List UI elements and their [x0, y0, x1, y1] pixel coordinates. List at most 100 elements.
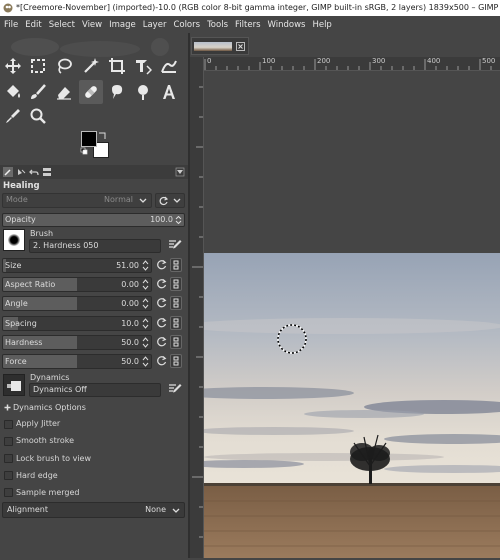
warp-transform-icon[interactable] — [158, 55, 180, 77]
spacing-label: Spacing — [5, 319, 37, 328]
dock-tab-strip — [0, 165, 188, 179]
spin-arrows-icon[interactable] — [142, 298, 149, 309]
canvas-image — [204, 253, 500, 558]
reset-icon[interactable] — [156, 259, 168, 271]
force-label: Force — [5, 357, 27, 366]
menu-view[interactable]: View — [78, 17, 105, 34]
reset-icon[interactable] — [156, 317, 168, 329]
reset-icon[interactable] — [156, 355, 168, 367]
edit-brush-icon[interactable] — [168, 238, 182, 252]
mode-group-dropdown[interactable] — [155, 193, 185, 208]
brush-name-field[interactable]: 2. Hardness 050 — [29, 239, 161, 253]
ruler-ticks — [204, 59, 492, 70]
unified-transform-icon[interactable] — [132, 55, 154, 77]
brush-shape — [8, 234, 20, 246]
sample-merged-checkbox[interactable] — [4, 488, 13, 497]
edit-dynamics-icon[interactable] — [168, 382, 182, 396]
spin-arrows-icon[interactable] — [142, 260, 149, 271]
force-slider[interactable]: Force 50.0 — [2, 354, 152, 369]
lasso-icon[interactable] — [53, 55, 75, 77]
spin-arrows-icon[interactable] — [142, 318, 149, 329]
hard-edge-checkbox[interactable] — [4, 471, 13, 480]
image-tabs — [190, 33, 500, 57]
menu-layer[interactable]: Layer — [139, 17, 170, 34]
color-picker-icon[interactable] — [2, 105, 24, 127]
eraser-icon[interactable] — [53, 81, 75, 103]
fuzzy-select-icon[interactable] — [80, 55, 102, 77]
alignment-dropdown[interactable]: Alignment None — [2, 502, 185, 518]
dynamics-name-field[interactable]: Dynamics Off — [29, 383, 161, 397]
swap-colors-icon[interactable] — [98, 131, 107, 140]
vertical-ruler[interactable] — [190, 57, 204, 558]
lock-brush-checkbox[interactable] — [4, 454, 13, 463]
menu-file[interactable]: File — [0, 17, 22, 34]
bucket-fill-icon[interactable] — [2, 81, 24, 103]
chevron-down-icon — [172, 508, 180, 513]
smudge-icon[interactable] — [106, 81, 128, 103]
move-tool-icon[interactable] — [2, 55, 24, 77]
images-tab-icon[interactable] — [42, 167, 52, 177]
spin-arrows-icon[interactable] — [142, 356, 149, 367]
dynamics-options-expander[interactable]: Dynamics Options — [13, 403, 86, 412]
ruler-label-200: 200 — [317, 57, 331, 65]
link-to-brush-default-icon[interactable] — [170, 354, 182, 368]
close-icon[interactable] — [236, 42, 245, 51]
paintbrush-icon[interactable] — [27, 81, 49, 103]
reset-icon[interactable] — [156, 297, 168, 309]
dynamics-preview[interactable] — [3, 374, 25, 396]
reset-icon[interactable] — [156, 336, 168, 348]
menu-image[interactable]: Image — [106, 17, 140, 34]
menu-filters[interactable]: Filters — [232, 17, 264, 34]
default-colors-icon[interactable] — [80, 147, 89, 156]
link-to-brush-default-icon[interactable] — [170, 316, 182, 330]
dynamics-icon — [7, 381, 21, 391]
device-status-tab-icon[interactable] — [16, 167, 26, 177]
link-to-brush-default-icon[interactable] — [170, 277, 182, 291]
spacing-slider[interactable]: Spacing 10.0 — [2, 316, 152, 331]
alignment-label: Alignment — [7, 505, 48, 514]
rect-select-icon[interactable] — [27, 55, 49, 77]
menu-tools[interactable]: Tools — [204, 17, 232, 34]
text-tool-icon[interactable] — [158, 81, 180, 103]
zoom-icon[interactable] — [27, 105, 49, 127]
spin-arrows-icon[interactable] — [175, 216, 182, 224]
angle-slider[interactable]: Angle 0.00 — [2, 296, 152, 311]
opacity-slider[interactable]: Opacity 100.0 — [2, 213, 185, 227]
aspect-ratio-value: 0.00 — [121, 280, 139, 289]
size-slider[interactable]: Size 51.00 — [2, 258, 152, 273]
foreground-color-swatch[interactable] — [81, 131, 97, 147]
undo-history-tab-icon[interactable] — [29, 167, 39, 177]
size-label: Size — [5, 261, 22, 270]
spin-arrows-icon[interactable] — [142, 279, 149, 290]
link-to-brush-default-icon[interactable] — [170, 296, 182, 310]
menu-windows[interactable]: Windows — [264, 17, 309, 34]
link-to-brush-default-icon[interactable] — [170, 258, 182, 272]
menu-edit[interactable]: Edit — [22, 17, 45, 34]
angle-value: 0.00 — [121, 299, 139, 308]
tool-options-tab-icon[interactable] — [3, 167, 13, 177]
apply-jitter-checkbox[interactable] — [4, 420, 13, 429]
tool-options-title: Healing — [3, 181, 40, 191]
aspect-ratio-slider[interactable]: Aspect Ratio 0.00 — [2, 277, 152, 292]
smooth-stroke-checkbox[interactable] — [4, 437, 13, 446]
horizontal-ruler[interactable]: 0 100 200 300 400 500 — [203, 57, 500, 71]
dock-menu-icon[interactable] — [175, 167, 185, 177]
image-canvas[interactable] — [204, 71, 500, 558]
heal-tool-icon[interactable] — [79, 80, 103, 104]
spin-arrows-icon[interactable] — [142, 337, 149, 348]
fg-bg-colors[interactable] — [80, 131, 110, 159]
image-tab[interactable] — [191, 37, 249, 55]
dodge-burn-icon[interactable] — [132, 81, 154, 103]
link-to-brush-default-icon[interactable] — [170, 335, 182, 349]
expander-plus-icon[interactable] — [4, 404, 11, 411]
angle-label: Angle — [5, 299, 28, 308]
hardness-slider[interactable]: Hardness 50.0 — [2, 335, 152, 350]
brush-preview[interactable] — [3, 229, 25, 251]
menu-help[interactable]: Help — [309, 17, 335, 34]
menu-select[interactable]: Select — [45, 17, 78, 34]
crop-icon[interactable] — [106, 55, 128, 77]
reset-icon[interactable] — [156, 278, 168, 290]
mode-label: Mode — [6, 195, 28, 204]
mode-dropdown[interactable]: Mode Normal — [2, 193, 152, 208]
menu-colors[interactable]: Colors — [170, 17, 204, 34]
